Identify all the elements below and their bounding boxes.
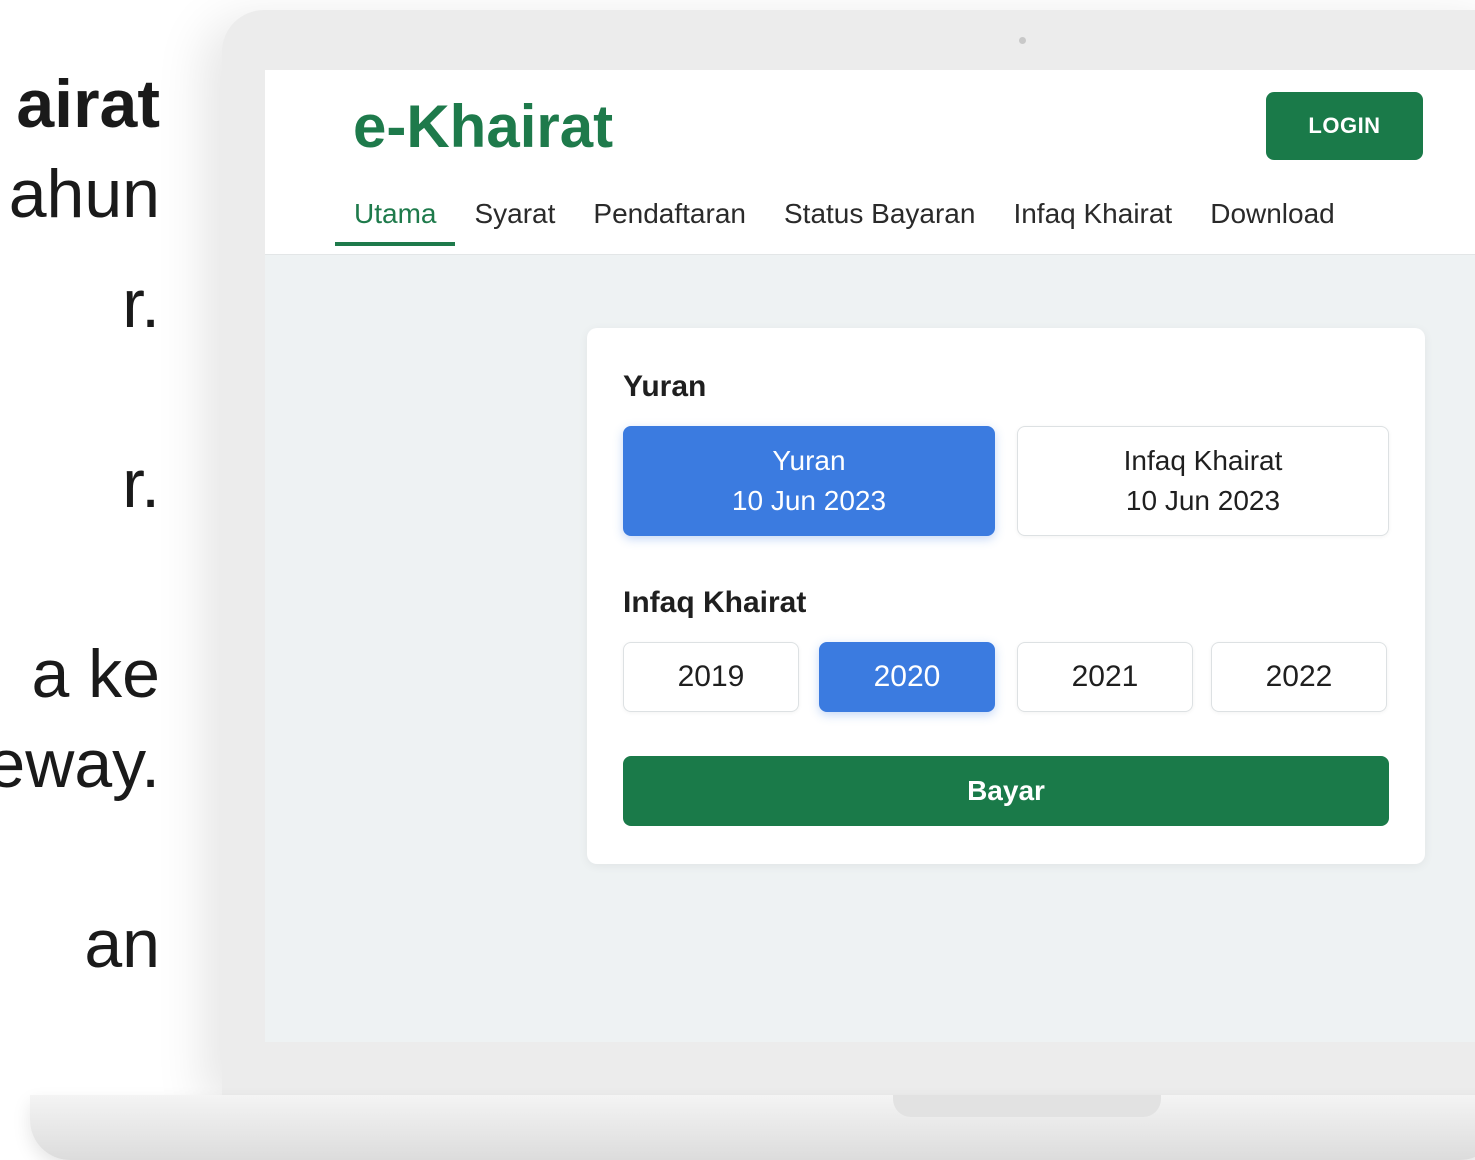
text-line: airat	[16, 66, 160, 142]
nav-item-status-bayaran[interactable]: Status Bayaran	[765, 190, 994, 246]
text-line: ahun	[8, 156, 160, 232]
year-option-2019[interactable]: 2019	[623, 642, 799, 712]
text-line: eway.	[0, 726, 160, 802]
nav-item-pendaftaran[interactable]: Pendaftaran	[574, 190, 765, 246]
option-date: 10 Jun 2023	[1125, 485, 1281, 516]
nav-item-download[interactable]: Download	[1191, 190, 1354, 246]
bayar-button[interactable]: Bayar	[623, 756, 1389, 826]
laptop-base	[30, 1095, 1475, 1160]
app-header: e-Khairat LOGIN Utama Syarat Pendaftaran…	[265, 70, 1475, 255]
background-text: airat ahun r. r. a ke eway. an	[0, 60, 200, 1020]
option-date: 10 Jun 2023	[731, 485, 887, 516]
nav-item-syarat[interactable]: Syarat	[455, 190, 574, 246]
text-line: an	[84, 906, 160, 982]
year-option-2020[interactable]: 2020	[819, 642, 995, 712]
option-title: Yuran	[772, 445, 846, 476]
login-button[interactable]: LOGIN	[1266, 92, 1423, 160]
payment-card: Yuran Yuran 10 Jun 2023 Infaq Khairat 10…	[587, 328, 1425, 864]
year-option-2022[interactable]: 2022	[1211, 642, 1387, 712]
option-title: Infaq Khairat	[1123, 445, 1283, 476]
infaq-khairat-option[interactable]: Infaq Khairat 10 Jun 2023	[1017, 426, 1389, 536]
text-line: a ke	[31, 636, 160, 712]
laptop-screen: e-Khairat LOGIN Utama Syarat Pendaftaran…	[265, 70, 1475, 1042]
yuran-option[interactable]: Yuran 10 Jun 2023	[623, 426, 995, 536]
text-line: r.	[122, 266, 160, 342]
nav-item-utama[interactable]: Utama	[335, 190, 456, 246]
brand-logo[interactable]: e-Khairat	[353, 92, 613, 161]
main-nav: Utama Syarat Pendaftaran Status Bayaran …	[335, 190, 1354, 254]
camera-dot	[1019, 37, 1026, 44]
text-line: r.	[122, 446, 160, 522]
yuran-heading: Yuran	[623, 370, 707, 403]
laptop-notch	[893, 1095, 1161, 1117]
infaq-khairat-heading: Infaq Khairat	[623, 586, 807, 619]
year-option-2021[interactable]: 2021	[1017, 642, 1193, 712]
nav-item-infaq-khairat[interactable]: Infaq Khairat	[994, 190, 1191, 246]
